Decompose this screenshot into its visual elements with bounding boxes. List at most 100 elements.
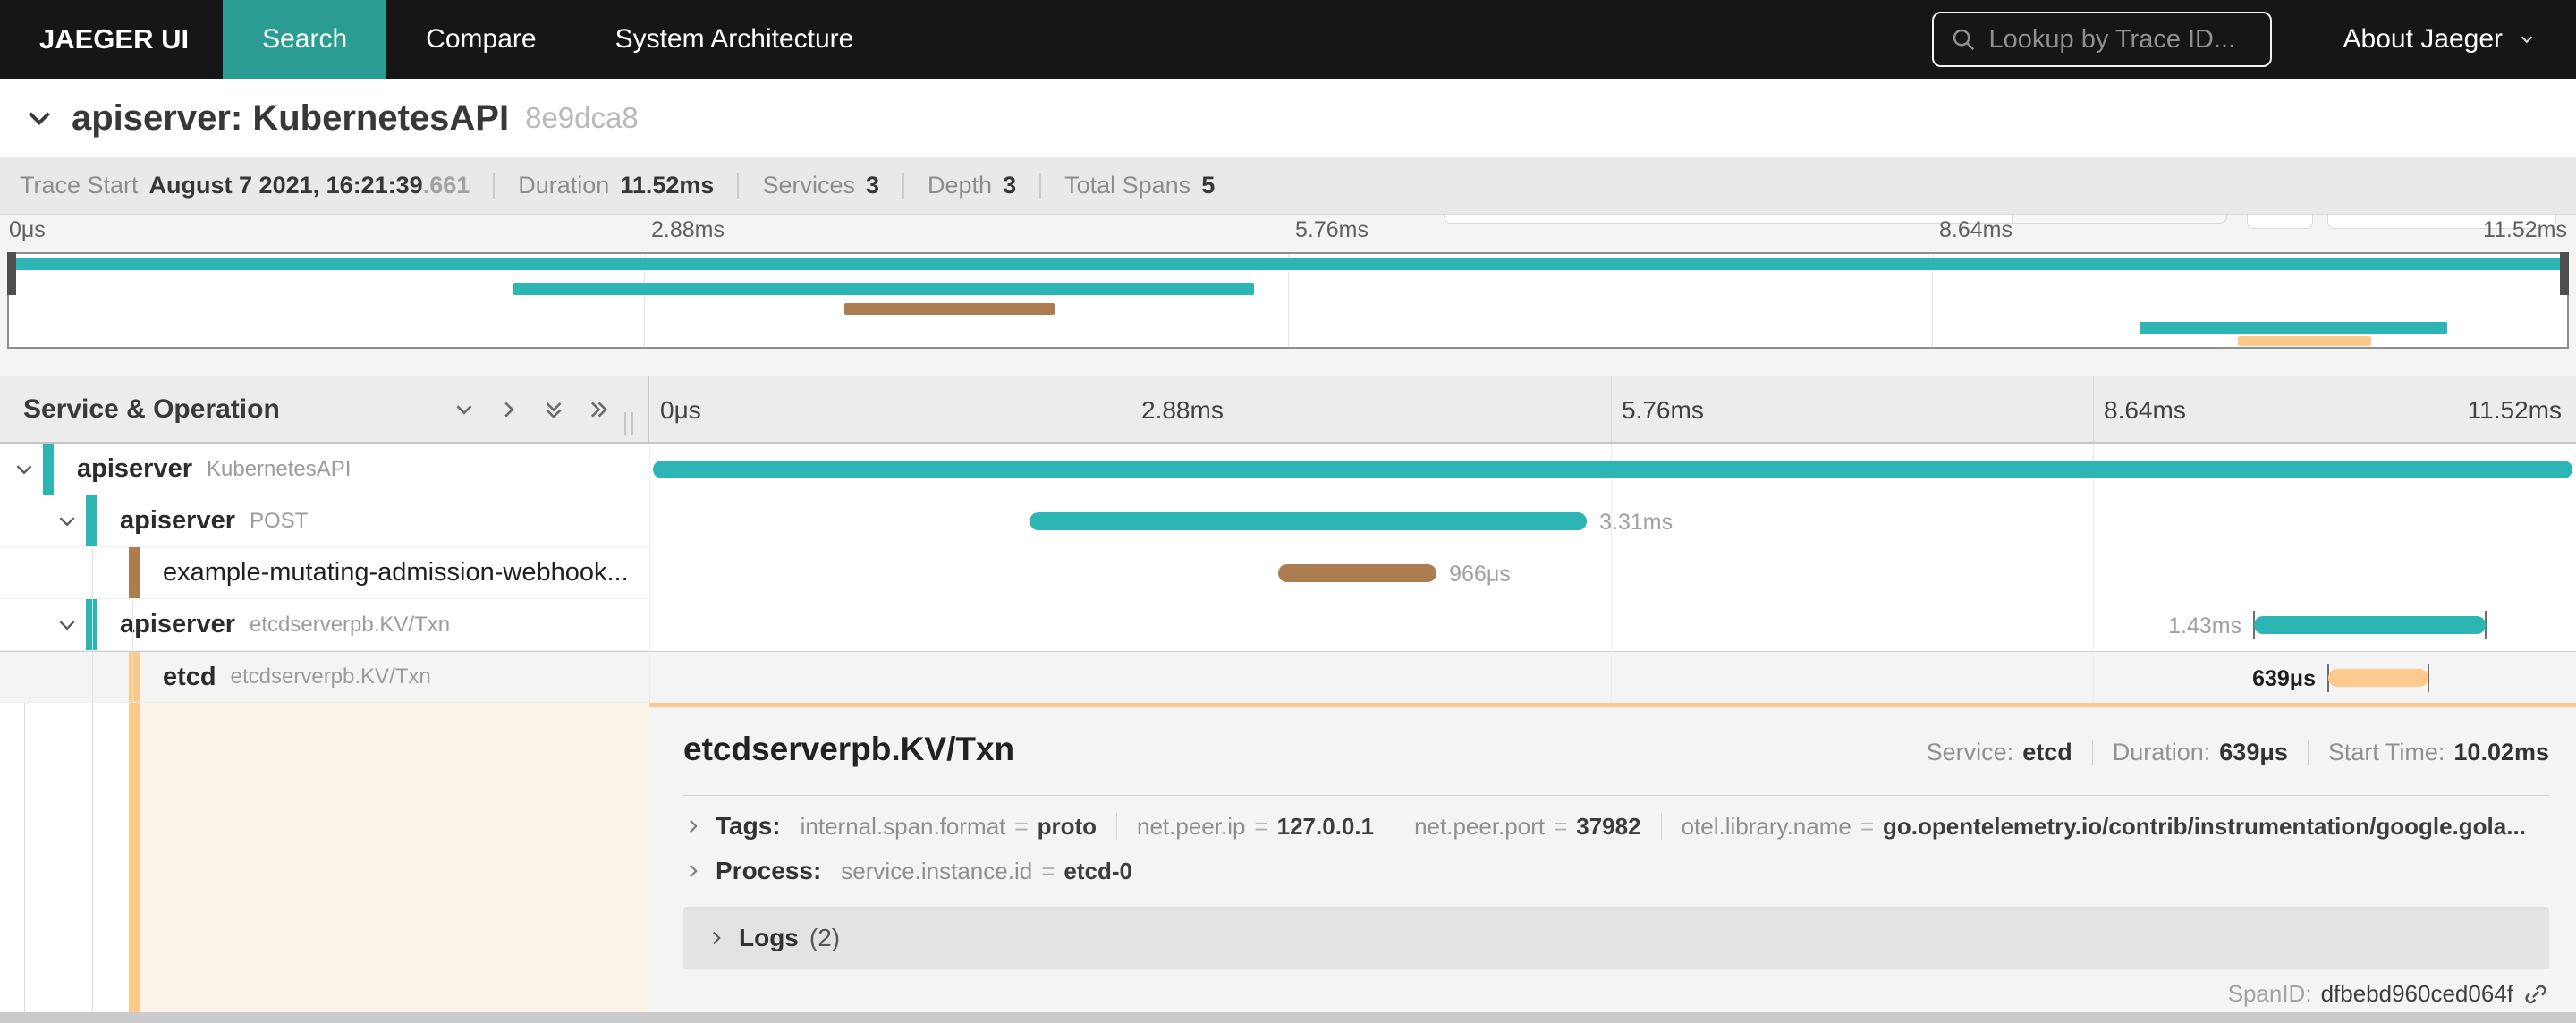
span-detail-panel: etcdserverpb.KV/Txn Service: etcd Durati…	[649, 703, 2576, 1012]
detail-starttime-label: Start Time:	[2327, 739, 2445, 765]
equals-sign: =	[1254, 812, 1268, 840]
trace-lookup-box[interactable]	[1931, 12, 2272, 67]
process-key: service.instance.id	[841, 857, 1033, 884]
total-spans-value: 5	[1201, 172, 1216, 199]
chevron-right-icon	[683, 816, 703, 836]
tag-key: internal.span.format	[800, 812, 1006, 840]
column-resizer-handle[interactable]	[624, 412, 633, 435]
row-collapse-chevron-icon[interactable]	[55, 510, 79, 533]
trace-lookup-input[interactable]	[1988, 24, 2258, 55]
timeline-gridline	[2093, 376, 2094, 442]
minimap-right-drag-handle[interactable]	[2560, 252, 2569, 295]
span-row-apiserver-post[interactable]: apiserver POST 3.31ms	[0, 495, 2576, 547]
tag-divider	[1116, 813, 1118, 840]
timeline-gridline	[649, 444, 650, 703]
trace-start-millis: .661	[422, 172, 470, 199]
process-label: Process:	[716, 857, 822, 884]
span-track[interactable]: 3.31ms	[649, 495, 2576, 547]
summary-divider	[1039, 172, 1042, 199]
tree-guide-line	[92, 703, 93, 1012]
collapse-all-icon[interactable]	[542, 398, 565, 421]
process-value: etcd-0	[1063, 857, 1132, 884]
depth-value: 3	[1003, 172, 1017, 199]
bottom-scrollbar-track[interactable]	[0, 1012, 2576, 1023]
services-label: Services	[762, 172, 855, 199]
timeline-axis-tick-4: 11.52ms	[2467, 396, 2562, 424]
span-duration-bar[interactable]	[653, 461, 2572, 478]
span-detail-area: etcdserverpb.KV/Txn Service: etcd Durati…	[0, 703, 2576, 1012]
tag-divider	[1660, 813, 1662, 840]
tag-key: otel.library.name	[1681, 812, 1852, 840]
span-row-webhook[interactable]: example-mutating-admission-webhook... 96…	[0, 547, 2576, 599]
axis-tick-0: 0μs	[9, 217, 46, 242]
axis-tick-2: 5.76ms	[1295, 217, 1368, 242]
selected-span-accent-bar	[129, 703, 140, 1012]
row-collapse-chevron-icon[interactable]	[13, 458, 36, 481]
trace-minimap[interactable]	[7, 252, 2569, 349]
span-track[interactable]	[649, 444, 2576, 495]
trace-start-label: Trace Start	[20, 172, 139, 199]
collapse-one-level-icon[interactable]	[453, 398, 476, 421]
minimap-left-drag-handle[interactable]	[7, 252, 16, 295]
tag-value: proto	[1037, 812, 1097, 840]
logs-count: (2)	[809, 924, 841, 951]
span-track[interactable]: 966μs	[649, 547, 2576, 599]
span-duration-bar[interactable]	[2327, 669, 2428, 687]
timeline-axis-tick-0: 0μs	[660, 396, 701, 424]
tag-value: 127.0.0.1	[1276, 812, 1375, 840]
detail-meta-divider	[2091, 740, 2093, 765]
row-collapse-chevron-icon[interactable]	[55, 613, 79, 637]
top-nav-bar: JAEGER UI Search Compare System Architec…	[0, 0, 2576, 79]
span-color-bar	[129, 547, 140, 598]
span-color-bar	[129, 652, 140, 702]
summary-divider	[493, 172, 496, 199]
span-row-apiserver-etcd-txn[interactable]: apiserver etcdserverpb.KV/Txn 1.43ms	[0, 599, 2576, 651]
span-color-bar	[86, 599, 97, 650]
nav-tab-search[interactable]: Search	[223, 0, 387, 79]
logs-expander[interactable]: Logs (2)	[683, 907, 2549, 969]
timeline-gridline	[2093, 444, 2094, 703]
expand-one-level-icon[interactable]	[497, 398, 521, 421]
span-duration-label: 639μs	[2252, 666, 2316, 691]
about-jaeger-menu[interactable]: About Jaeger	[2343, 24, 2537, 55]
detail-starttime-value: 10.02ms	[2453, 739, 2549, 765]
timeline-axis-tick-3: 8.64ms	[2104, 396, 2186, 424]
service-operation-title: Service & Operation	[23, 393, 280, 424]
detail-span-title: etcdserverpb.KV/Txn	[683, 731, 1015, 767]
spanid-label: SpanID:	[2227, 980, 2312, 1007]
span-operation-name: POST	[250, 508, 309, 533]
app-brand: JAEGER UI	[39, 23, 190, 55]
span-duration-bar[interactable]	[2254, 616, 2486, 634]
span-duration-bar[interactable]	[1278, 564, 1437, 582]
detail-duration-label: Duration:	[2112, 739, 2211, 765]
tag-key: net.peer.ip	[1137, 812, 1246, 840]
span-track[interactable]: 639μs	[649, 652, 2576, 703]
span-row-etcd-txn-selected[interactable]: etcd etcdserverpb.KV/Txn 639μs	[0, 651, 2576, 703]
equals-sign: =	[1554, 812, 1568, 840]
nav-tab-system-architecture[interactable]: System Architecture	[576, 0, 894, 79]
spanid-value: dfbebd960ced064f	[2320, 980, 2513, 1007]
span-row-apiserver-kubernetesapi[interactable]: apiserver KubernetesAPI	[0, 444, 2576, 495]
expand-all-icon[interactable]	[587, 398, 610, 421]
minimap-span-bar	[13, 258, 2563, 270]
summary-divider	[737, 172, 740, 199]
deep-link-icon[interactable]	[2522, 981, 2549, 1008]
axis-tick-4: 11.52ms	[2482, 217, 2567, 242]
trace-start-value: August 7 2021, 16:21:39.661	[148, 172, 470, 199]
span-track[interactable]: 1.43ms	[649, 599, 2576, 651]
collapse-trace-chevron-icon[interactable]	[23, 102, 55, 134]
span-duration-bar[interactable]	[1029, 512, 1588, 530]
tags-row[interactable]: Tags: internal.span.format = proto net.p…	[683, 812, 2549, 841]
axis-tick-3: 8.64ms	[1939, 217, 2012, 242]
timeline-axis-tick-1: 2.88ms	[1141, 396, 1224, 424]
tree-guide-line	[24, 703, 25, 1012]
equals-sign: =	[1041, 857, 1055, 884]
nav-tab-compare[interactable]: Compare	[386, 0, 575, 79]
services-value: 3	[865, 172, 879, 199]
page-title: apiserver: KubernetesAPI	[72, 97, 510, 138]
search-icon	[1950, 26, 1977, 53]
detail-divider	[683, 795, 2549, 796]
span-rows: apiserver KubernetesAPI apiserver POST 3…	[0, 444, 2576, 703]
process-row[interactable]: Process: service.instance.id = etcd-0	[683, 857, 2549, 885]
